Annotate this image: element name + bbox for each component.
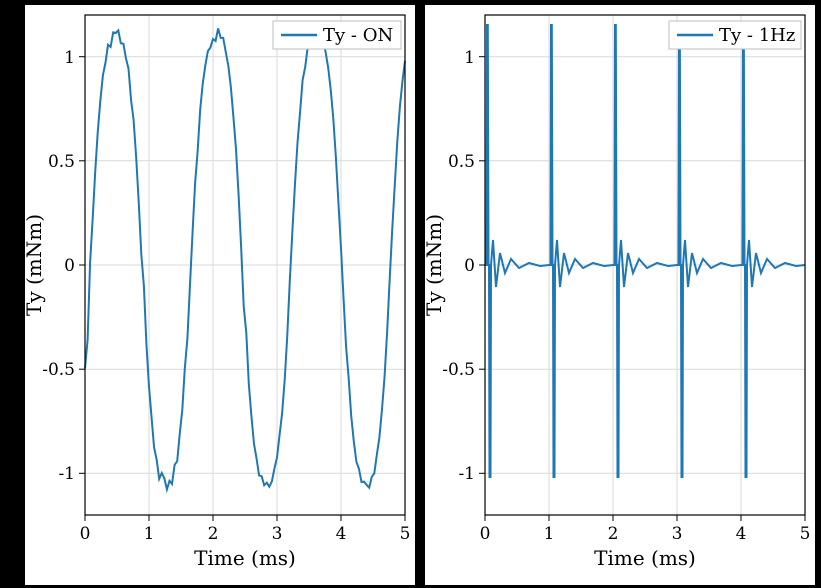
figure-root: { "chart_data": [ { "type": "line", "ser… — [0, 0, 821, 588]
right-chart: 0 1 2 3 4 5 -1 -0.5 0 0.5 1 Time (ms) Ty… — [425, 5, 815, 585]
svg-text:Ty - ON: Ty - ON — [323, 25, 393, 46]
svg-text:-1: -1 — [58, 464, 75, 484]
left-xlabel: Time (ms) — [194, 546, 296, 570]
svg-text:3: 3 — [672, 524, 683, 544]
svg-text:2: 2 — [208, 524, 219, 544]
right-xticklabels: 0 1 2 3 4 5 — [480, 524, 811, 544]
left-ylabel: Ty (mNm) — [25, 214, 46, 316]
left-yticklabels: -1 -0.5 0 0.5 1 — [42, 48, 75, 484]
svg-text:5: 5 — [400, 524, 411, 544]
svg-text:-0.5: -0.5 — [42, 360, 75, 380]
svg-text:4: 4 — [336, 524, 347, 544]
svg-text:2: 2 — [608, 524, 619, 544]
svg-text:1: 1 — [144, 524, 155, 544]
svg-text:0: 0 — [64, 256, 75, 276]
left-legend: Ty - ON — [273, 21, 401, 49]
svg-text:0.5: 0.5 — [448, 152, 475, 172]
left-xticklabels: 0 1 2 3 4 5 — [80, 524, 411, 544]
svg-text:-1: -1 — [458, 464, 475, 484]
svg-text:1: 1 — [464, 48, 475, 68]
left-grid — [85, 15, 405, 515]
svg-text:0: 0 — [464, 256, 475, 276]
right-yticklabels: -1 -0.5 0 0.5 1 — [442, 48, 475, 484]
svg-text:3: 3 — [272, 524, 283, 544]
right-xlabel: Time (ms) — [594, 546, 696, 570]
svg-text:0: 0 — [480, 524, 491, 544]
left-series-ty-on — [85, 28, 405, 489]
svg-text:0: 0 — [80, 524, 91, 544]
svg-text:1: 1 — [64, 48, 75, 68]
svg-text:Ty - 1Hz: Ty - 1Hz — [719, 25, 795, 46]
right-series-ty-1hz — [485, 25, 805, 477]
right-ticks — [479, 57, 805, 521]
svg-text:1: 1 — [544, 524, 555, 544]
right-ylabel: Ty (mNm) — [425, 214, 446, 316]
svg-text:-0.5: -0.5 — [442, 360, 475, 380]
svg-text:4: 4 — [736, 524, 747, 544]
right-legend: Ty - 1Hz — [669, 21, 801, 49]
svg-text:5: 5 — [800, 524, 811, 544]
svg-text:0.5: 0.5 — [48, 152, 75, 172]
left-chart: 0 1 2 3 4 5 -1 -0.5 0 0.5 1 Time (ms) Ty… — [25, 5, 415, 585]
